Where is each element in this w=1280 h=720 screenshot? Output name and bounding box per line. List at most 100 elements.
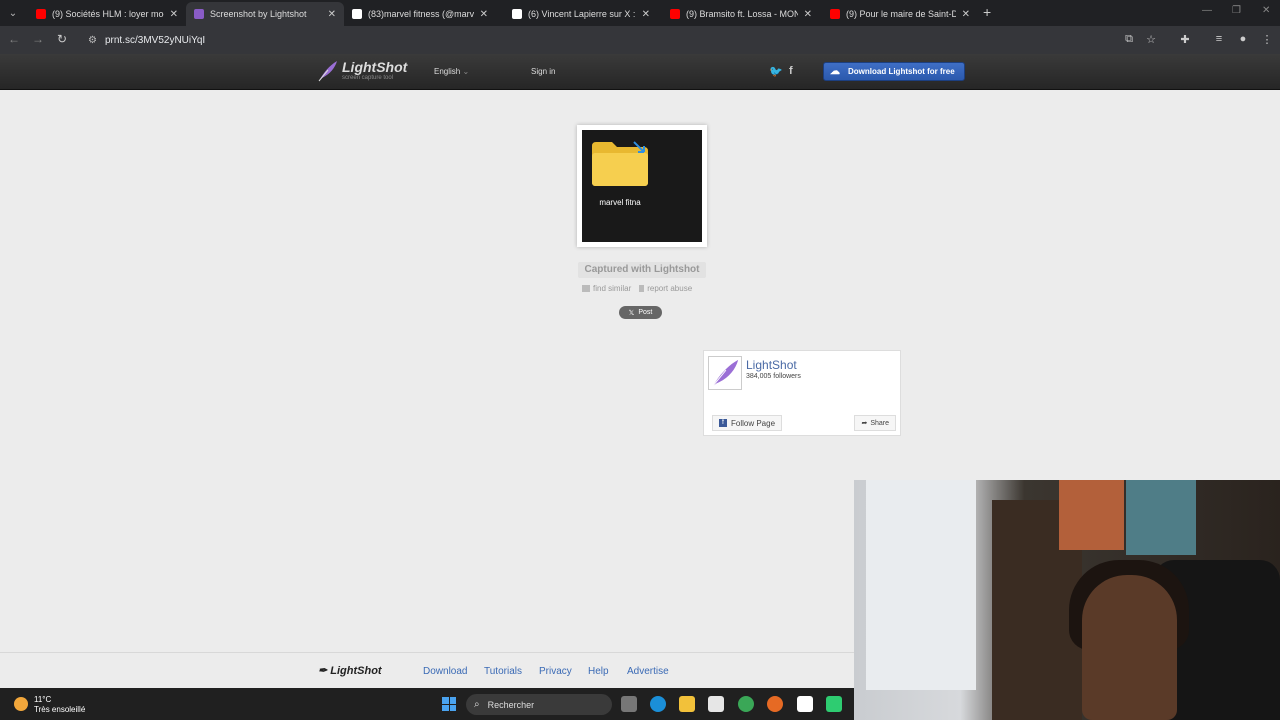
wall-poster	[1126, 480, 1196, 555]
facebook-followers: 384,005 followers	[746, 373, 801, 380]
chrome-icon[interactable]	[738, 696, 754, 712]
lightshot-feather-icon	[194, 9, 204, 19]
close-icon[interactable]: ✕	[328, 9, 336, 20]
url-text: prnt.sc/3MV52yNUiYqI	[104, 34, 206, 46]
tab-youtube-bramsito[interactable]: (9) Bramsito ft. Lossa - MONÉG ✕	[662, 2, 820, 26]
weather-description[interactable]: Très ensoleillé	[34, 705, 85, 714]
report-abuse-link[interactable]: report abuse	[639, 284, 692, 293]
reload-icon[interactable]: ↻	[54, 32, 70, 46]
tab-youtube-saint-denis[interactable]: (9) Pour le maire de Saint-Denis ✕	[822, 2, 978, 26]
firefox-icon[interactable]	[767, 696, 783, 712]
footer-link-download[interactable]: Download	[423, 666, 467, 677]
browser-menu-icon[interactable]: ⋮	[1260, 33, 1274, 46]
download-button[interactable]: ☁ Download Lightshot for free	[823, 62, 965, 81]
restore-icon[interactable]: ❐	[1232, 5, 1241, 16]
facebook-page-widget: LightShot 384,005 followers f Follow Pag…	[703, 350, 901, 436]
close-icon[interactable]: ✕	[480, 9, 488, 20]
lightshot-logo[interactable]: LightShot screen capture tool	[316, 60, 407, 82]
capcut-icon[interactable]	[797, 696, 813, 712]
captured-with-lightshot: Captured with Lightshot	[578, 262, 706, 278]
feather-icon	[318, 61, 337, 82]
site-info-icon[interactable]: ⚙	[88, 35, 97, 46]
logo-tagline: screen capture tool	[342, 75, 394, 81]
close-icon[interactable]: ✕	[170, 9, 178, 20]
lightshot-header: LightShot screen capture tool English ⌄ …	[0, 54, 1280, 90]
folder-label: marvel fitna	[599, 198, 641, 207]
find-similar-link[interactable]: find similar	[582, 284, 631, 293]
report-abuse-label: report abuse	[647, 284, 693, 293]
browser-toolbar: ← → ↻ ⚙ prnt.sc/3MV52yNUiYqI ⧉ ☆ ✚ ≡ ● ⋮	[0, 26, 1280, 54]
tab-strip: ⌄ (9) Sociétés HLM : loyer modéré ✕ Scre…	[0, 0, 1280, 26]
feather-icon: ✒	[318, 665, 328, 677]
forward-icon[interactable]: →	[30, 32, 46, 46]
screenshot-frame[interactable]: marvel fitna	[577, 125, 707, 247]
footer-link-advertise[interactable]: Advertise	[627, 666, 669, 677]
sun-icon[interactable]	[14, 697, 28, 711]
windows-taskbar: 11°C Très ensoleillé ⌕ Rechercher	[0, 688, 854, 720]
minimize-icon[interactable]: —	[1202, 5, 1212, 16]
footer-link-tutorials[interactable]: Tutorials	[484, 666, 522, 677]
tab-search-icon[interactable]: ⌄	[4, 4, 22, 22]
youtube-icon	[36, 9, 46, 19]
media-controls-icon[interactable]: ≡	[1212, 33, 1226, 45]
taskbar-search[interactable]: ⌕ Rechercher	[466, 694, 612, 715]
close-icon[interactable]: ✕	[804, 9, 812, 20]
window-close-icon[interactable]: ✕	[1262, 5, 1270, 16]
screenshot-image[interactable]: marvel fitna	[582, 130, 702, 242]
x-icon: 𝕏	[628, 309, 635, 317]
windows-start-icon[interactable]	[442, 697, 456, 711]
profile-avatar-icon[interactable]: ●	[1236, 33, 1250, 45]
extensions-icon[interactable]: ✚	[1178, 33, 1192, 46]
post-label: Post	[638, 309, 653, 316]
file-explorer-icon[interactable]	[679, 696, 695, 712]
tab-tiktok[interactable]: (83)marvel fitness (@marvel.fit ✕	[344, 2, 496, 26]
logo-text: LightShot	[342, 59, 408, 75]
facebook-icon[interactable]: f	[789, 65, 793, 77]
x-post-button[interactable]: 𝕏 Post	[619, 306, 662, 319]
twitter-icon[interactable]: 🐦	[769, 65, 783, 78]
lightshot-page-avatar[interactable]	[708, 356, 742, 390]
bookmark-star-icon[interactable]: ☆	[1144, 33, 1158, 46]
room-window	[866, 480, 976, 690]
search-icon: ⌕	[474, 699, 480, 710]
weather-temperature[interactable]: 11°C	[34, 695, 51, 704]
tab-title: (83)marvel fitness (@marvel.fit	[368, 9, 474, 19]
follow-page-button[interactable]: f Follow Page	[712, 415, 783, 431]
tab-youtube-hlm[interactable]: (9) Sociétés HLM : loyer modéré ✕	[28, 2, 186, 26]
youtube-icon	[670, 9, 680, 19]
edge-icon[interactable]	[650, 696, 666, 712]
signin-link[interactable]: Sign in	[531, 67, 555, 76]
search-placeholder: Rechercher	[487, 699, 535, 710]
tab-lightshot[interactable]: Screenshot by Lightshot ✕	[186, 2, 344, 26]
camera-icon	[582, 285, 590, 293]
store-icon[interactable]	[708, 696, 724, 712]
new-tab-button[interactable]: +	[983, 4, 991, 20]
image-actions: find similar report abuse	[582, 284, 692, 293]
share-arrow-icon: ➦	[861, 420, 868, 427]
x-icon	[512, 9, 522, 19]
download-button-label: Download Lightshot for free	[848, 67, 955, 76]
share-button[interactable]: ➦ Share	[854, 415, 896, 431]
facebook-page-name[interactable]: LightShot	[746, 358, 797, 372]
tab-title: (9) Pour le maire de Saint-Denis	[846, 9, 956, 19]
close-icon[interactable]: ✕	[642, 9, 650, 20]
follow-page-label: Follow Page	[731, 418, 776, 428]
chevron-down-icon: ⌄	[462, 67, 470, 76]
language-label: English	[434, 67, 461, 76]
install-app-icon[interactable]: ⧉	[1122, 33, 1136, 46]
tab-title: (9) Bramsito ft. Lossa - MONÉG	[686, 9, 798, 19]
footer-link-help[interactable]: Help	[588, 666, 609, 677]
folder-icon	[592, 141, 648, 186]
footer-logo-text: LightShot	[330, 665, 382, 677]
tab-x-lapierre[interactable]: (6) Vincent Lapierre sur X : "Il a ✕	[504, 2, 658, 26]
youtube-icon	[830, 9, 840, 19]
footer-logo[interactable]: ✒ LightShot	[318, 664, 382, 677]
download-cloud-icon: ☁	[830, 66, 840, 77]
task-view-icon[interactable]	[621, 696, 637, 712]
address-bar[interactable]: ⚙ prnt.sc/3MV52yNUiYqI	[80, 29, 1180, 51]
back-icon[interactable]: ←	[6, 32, 22, 46]
close-icon[interactable]: ✕	[962, 9, 970, 20]
language-selector[interactable]: English ⌄	[434, 67, 469, 76]
footer-link-privacy[interactable]: Privacy	[539, 666, 572, 677]
app-icon[interactable]	[826, 696, 842, 712]
